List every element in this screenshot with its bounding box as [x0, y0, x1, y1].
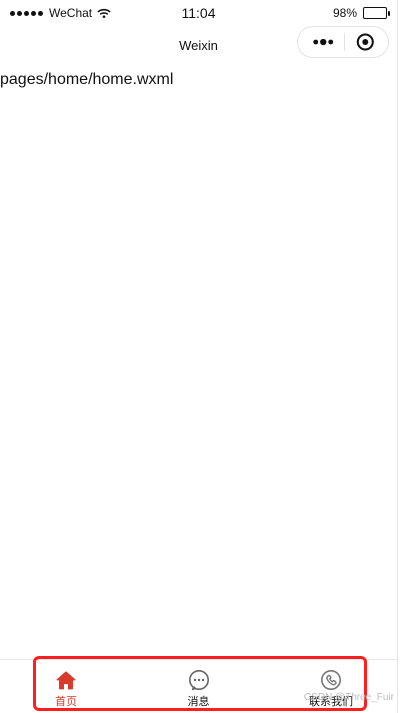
more-icon[interactable]	[312, 37, 334, 47]
capsule-divider	[344, 33, 346, 51]
status-bar: WeChat 11:04 98%	[0, 0, 397, 26]
capsule-menu[interactable]	[297, 26, 389, 58]
battery-icon	[363, 7, 390, 19]
message-icon	[188, 670, 209, 691]
close-circle-icon[interactable]	[355, 31, 376, 53]
tab-label: 首页	[55, 696, 77, 708]
tab-bar: 首页 消息 联系我们	[0, 659, 397, 713]
home-icon	[56, 671, 76, 690]
tab-label: 联系我们	[309, 696, 353, 708]
navigation-bar: Weixin	[0, 26, 397, 66]
page-path-text: pages/home/home.wxml	[0, 71, 174, 88]
tab-home[interactable]: 首页	[0, 660, 132, 713]
page-content: pages/home/home.wxml	[0, 70, 397, 90]
wechat-mini-program-window: WeChat 11:04 98% Weixin pages/home/home.…	[0, 0, 398, 713]
tab-messages[interactable]: 消息	[133, 660, 265, 713]
battery-percent: 98%	[332, 6, 357, 20]
tab-items: 首页 消息 联系我们	[0, 660, 397, 713]
tab-label: 消息	[187, 696, 210, 708]
tab-contact-us[interactable]: 联系我们	[265, 660, 397, 713]
status-right: 98%	[332, 6, 390, 20]
phone-icon	[321, 670, 341, 690]
